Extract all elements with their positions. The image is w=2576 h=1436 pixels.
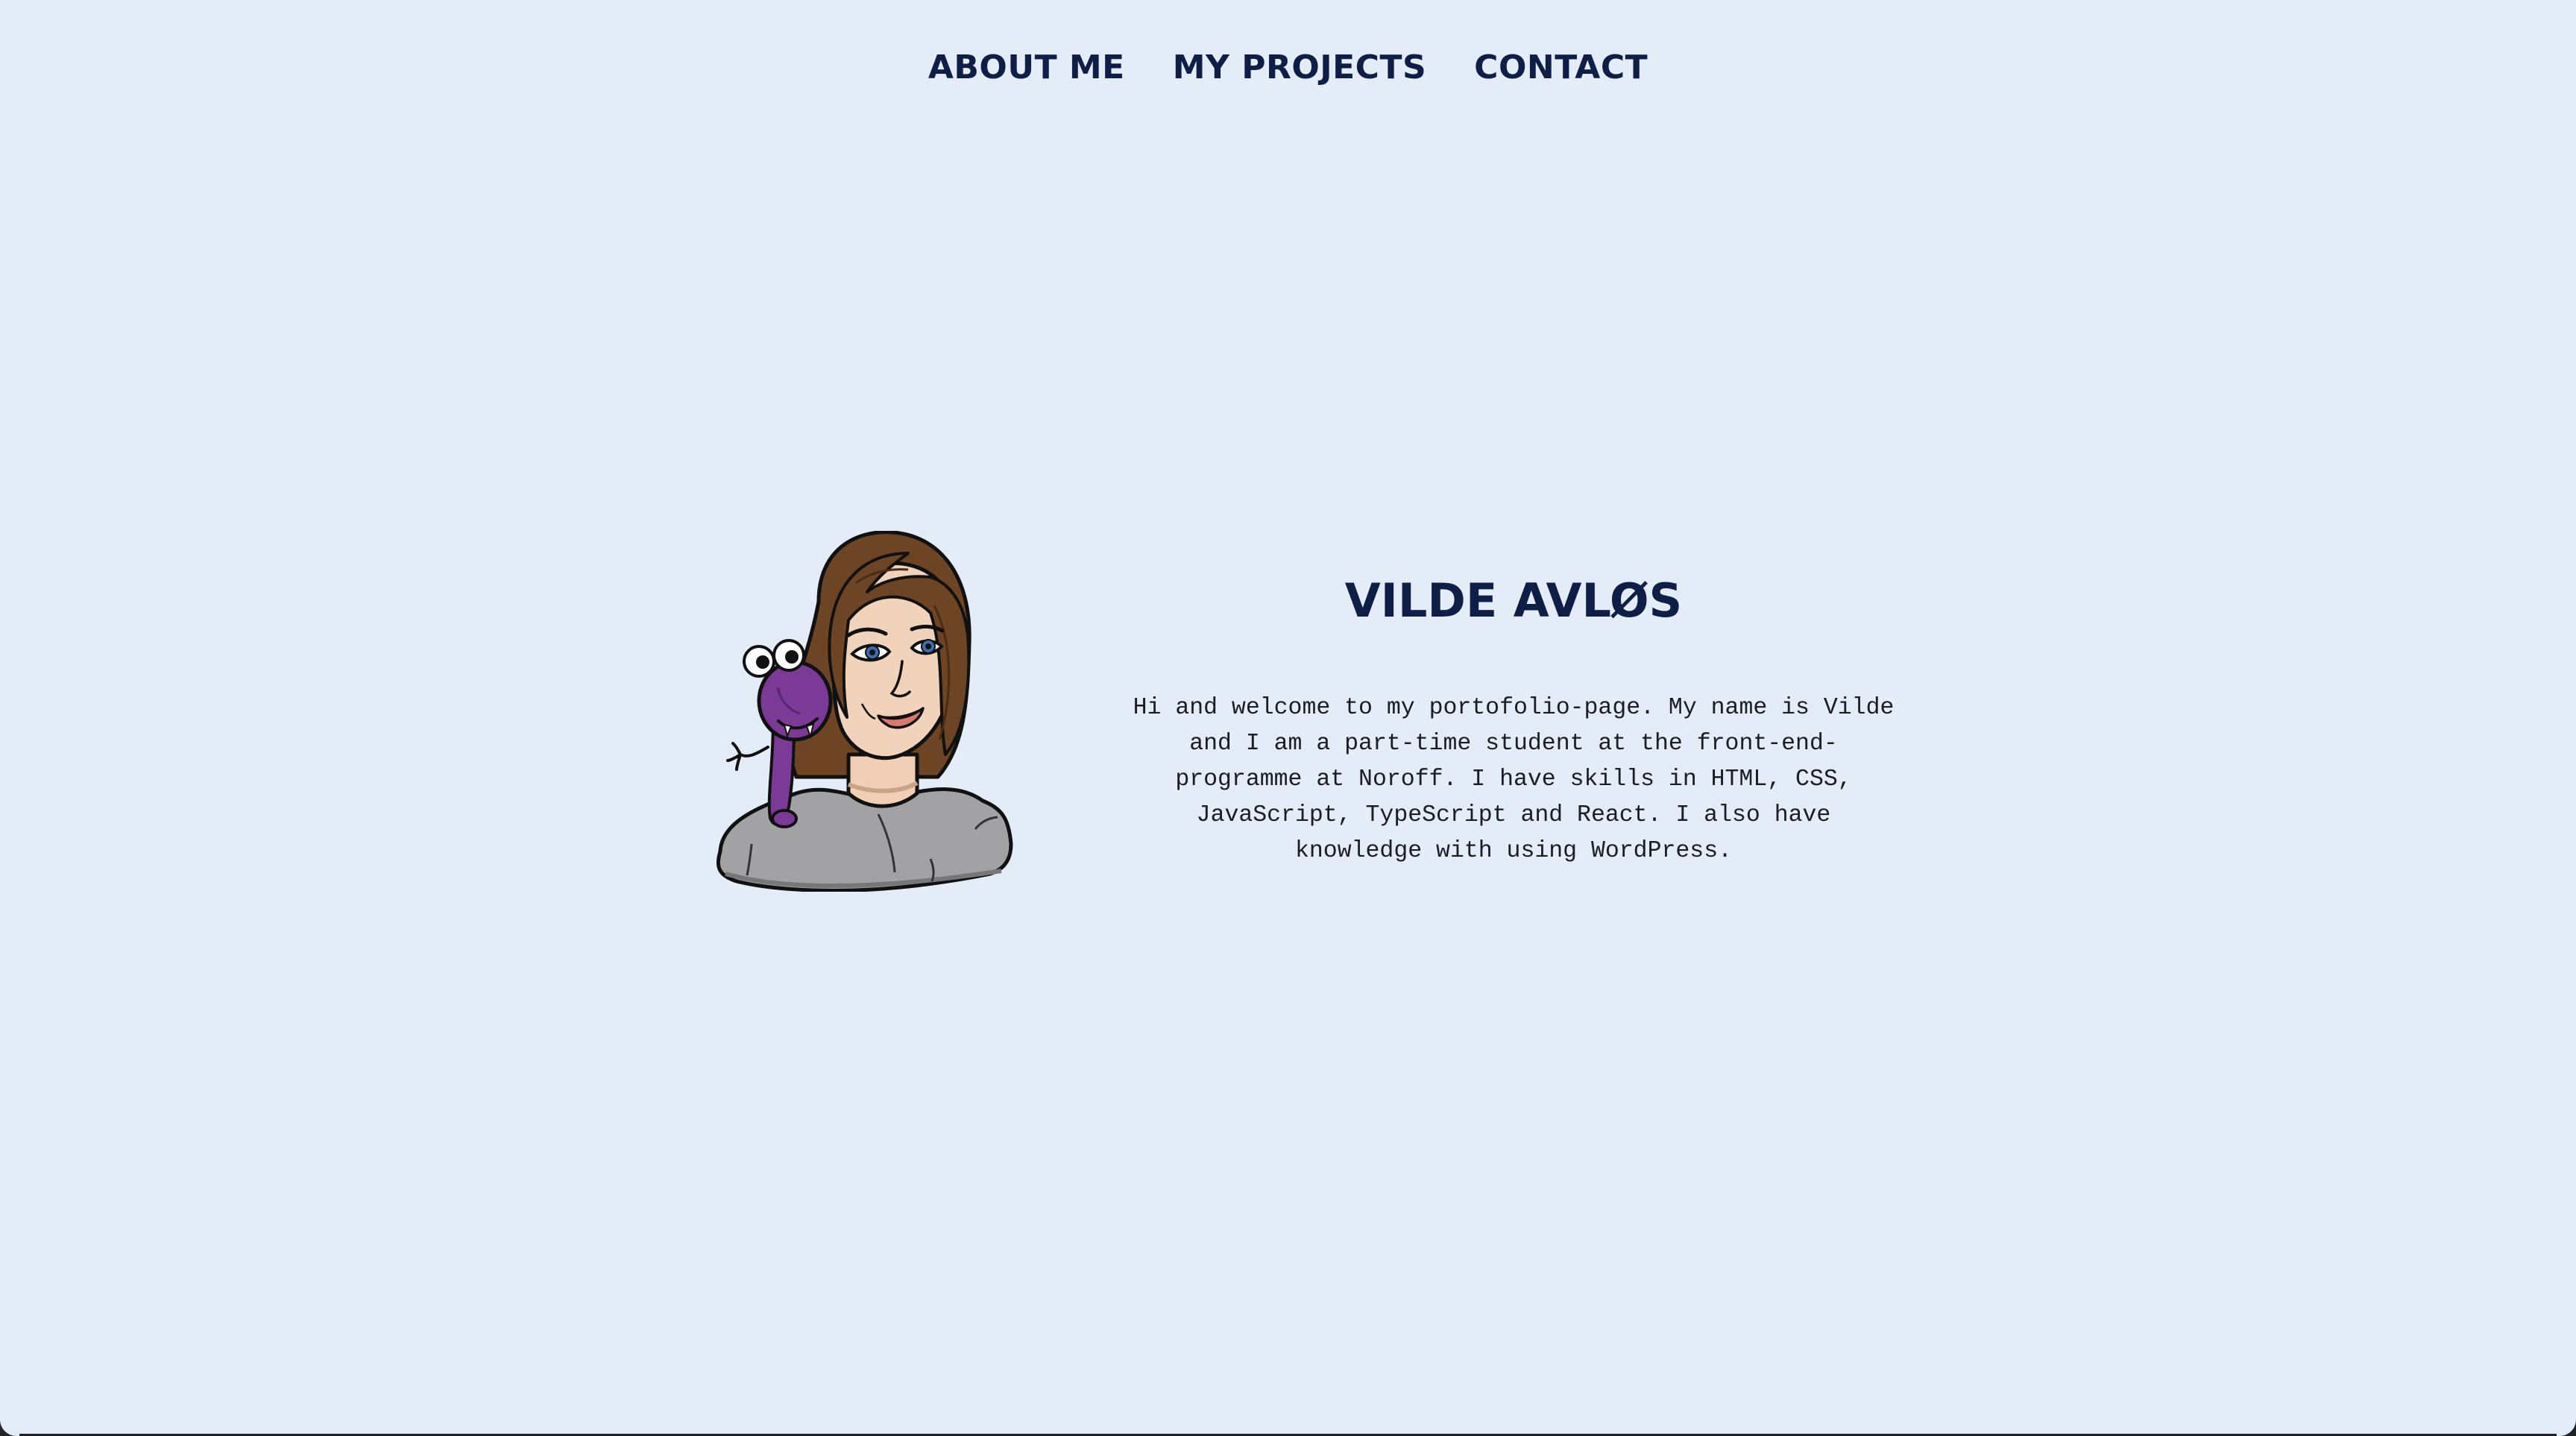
window-corner-right [2557,1417,2576,1436]
window-corner-left [0,1417,19,1436]
nav-link-my-projects[interactable]: MY PROJECTS [1173,43,1426,92]
hero-bio: Hi and welcome to my portofolio-page. My… [1133,695,1895,864]
nav-link-about-me[interactable]: ABOUT ME [928,43,1125,92]
avatar-illustration [716,531,1013,892]
top-navigation: ABOUT ME MY PROJECTS CONTACT [0,43,2576,92]
nav-link-contact[interactable]: CONTACT [1474,43,1648,92]
hero-name: VILDE AVLØS [1344,573,1683,628]
